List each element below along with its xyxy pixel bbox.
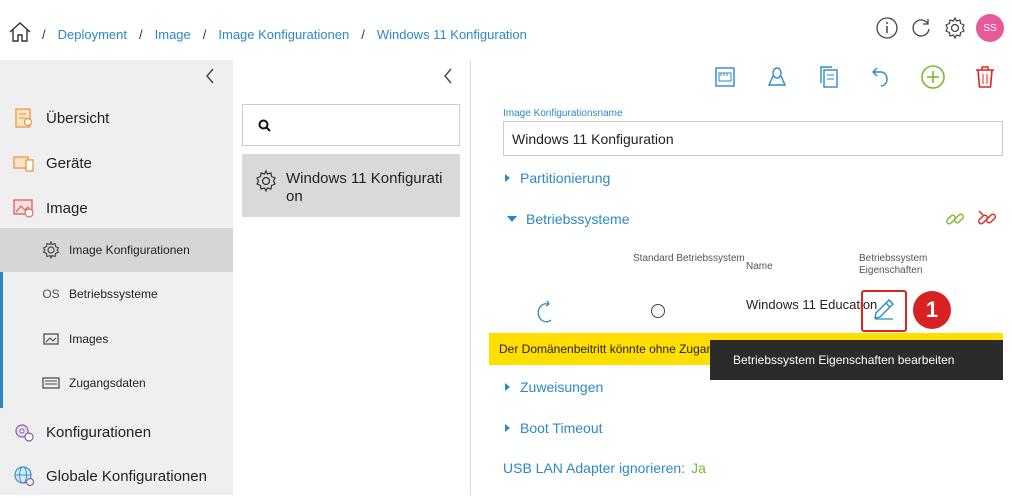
overview-icon xyxy=(13,107,35,129)
os-row-name: Windows 11 Education xyxy=(746,297,878,312)
search-icon xyxy=(257,118,273,134)
globe-icon xyxy=(13,465,35,487)
sidebar-item-label: Zugangsdaten xyxy=(69,376,146,390)
list-item[interactable]: Windows 11 Konfiguration xyxy=(242,154,460,217)
breadcrumb-separator: / xyxy=(361,27,365,42)
usb-lan-label: USB LAN Adapter ignorieren: xyxy=(503,460,686,476)
sidebar-item-label: Übersicht xyxy=(46,109,110,127)
sidebar-item-image[interactable]: Image xyxy=(0,186,233,230)
usb-lan-adapter-setting[interactable]: USB LAN Adapter ignorieren: Ja xyxy=(503,460,706,476)
section-operating-systems[interactable]: Betriebssysteme xyxy=(507,211,629,227)
caret-right-icon xyxy=(505,174,510,182)
sidebar-item-label: Betriebssysteme xyxy=(69,287,158,301)
refresh-icon[interactable] xyxy=(908,15,934,41)
sidebar-item-label: Image xyxy=(46,199,88,217)
panel-collapse-icon[interactable] xyxy=(438,66,458,86)
config-name-label: Image Konfigurationsname xyxy=(503,108,623,119)
config-detail-panel: Image Konfigurationsname Windows 11 Konf… xyxy=(472,60,1012,495)
sidebar-item-global-configurations[interactable]: Globale Konfigurationen xyxy=(0,454,233,498)
config-list-panel: Windows 11 Konfiguration xyxy=(233,60,471,495)
sidebar-item-devices[interactable]: Geräte xyxy=(0,141,233,185)
sidebar-item-label: Images xyxy=(69,332,109,346)
gear-icon xyxy=(42,241,60,259)
gear-icon xyxy=(254,169,278,193)
settings-icon[interactable] xyxy=(942,15,968,41)
user-avatar[interactable]: SS xyxy=(976,14,1004,42)
breadcrumb-image[interactable]: Image xyxy=(155,27,191,42)
section-boot-timeout[interactable]: Boot Timeout xyxy=(505,420,603,436)
sidebar-item-label: Konfigurationen xyxy=(46,423,152,441)
search-field xyxy=(242,104,460,146)
sidebar-item-label: Image Konfigurationen xyxy=(69,243,190,257)
link-actions xyxy=(944,208,998,235)
sidebar-item-overview[interactable]: Übersicht xyxy=(0,96,233,140)
breadcrumb-image-configurations[interactable]: Image Konfigurationen xyxy=(218,27,349,42)
section-assignments[interactable]: Zuweisungen xyxy=(505,379,603,395)
section-partitioning[interactable]: Partitionierung xyxy=(505,170,610,186)
breadcrumb-separator: / xyxy=(42,27,46,42)
section-label: Partitionierung xyxy=(520,170,611,186)
configurations-icon xyxy=(13,421,35,443)
breadcrumb-separator: / xyxy=(139,27,143,42)
image-icon xyxy=(13,197,35,219)
sidebar-item-operating-systems[interactable]: OS Betriebssysteme xyxy=(0,272,233,316)
sidebar-item-label: Geräte xyxy=(46,154,92,172)
column-header-name: Name xyxy=(746,261,773,272)
caret-down-icon xyxy=(507,216,517,222)
breadcrumb-separator: / xyxy=(202,27,207,42)
copy-icon[interactable] xyxy=(816,64,842,90)
images-icon xyxy=(42,330,60,348)
step-badge: 1 xyxy=(913,291,951,329)
unlink-icon[interactable] xyxy=(976,208,998,235)
section-label: Betriebssysteme xyxy=(526,211,630,227)
usb-lan-value: Ja xyxy=(691,460,706,476)
undo-icon[interactable] xyxy=(868,64,894,90)
standard-os-radio[interactable] xyxy=(651,304,665,318)
toolbar xyxy=(712,64,998,90)
delete-icon[interactable] xyxy=(972,64,998,90)
add-icon[interactable] xyxy=(920,64,946,90)
list-item-label: Windows 11 Konfiguration xyxy=(286,170,443,205)
pencil-icon xyxy=(871,296,897,327)
breadcrumb-deployment[interactable]: Deployment xyxy=(58,27,127,42)
sidebar: Übersicht Geräte Image Image Konfigurati… xyxy=(0,60,233,495)
sidebar-item-image-configurations[interactable]: Image Konfigurationen xyxy=(0,228,233,272)
linux-icon[interactable] xyxy=(764,64,790,90)
sidebar-collapse-icon[interactable] xyxy=(200,66,220,86)
sidebar-item-configurations[interactable]: Konfigurationen xyxy=(0,410,233,454)
app-header: / Deployment / Image / Image Konfigurati… xyxy=(0,0,1012,60)
column-header-standard: Standard Betriebssystem xyxy=(633,253,745,264)
section-label: Boot Timeout xyxy=(520,420,603,436)
config-name-input[interactable]: Windows 11 Konfiguration xyxy=(503,121,1003,156)
breadcrumb-current[interactable]: Windows 11 Konfiguration xyxy=(377,27,527,42)
search-input[interactable] xyxy=(283,113,448,139)
edit-os-properties-button[interactable] xyxy=(861,290,907,332)
breadcrumb: / Deployment / Image / Image Konfigurati… xyxy=(42,27,539,42)
sidebar-item-images[interactable]: Images xyxy=(0,317,233,361)
os-icon: OS xyxy=(42,287,60,301)
section-label: Zuweisungen xyxy=(520,379,604,395)
sidebar-item-label: Globale Konfigurationen xyxy=(46,467,207,485)
column-header-properties: Betriebssystem Eigenschaften xyxy=(859,253,928,276)
info-icon[interactable] xyxy=(874,15,900,41)
network-icon[interactable] xyxy=(712,64,738,90)
os-reload-icon[interactable] xyxy=(535,300,555,324)
tooltip: Betriebssystem Eigenschaften bearbeiten xyxy=(710,340,1003,380)
caret-right-icon xyxy=(505,383,510,391)
credentials-icon xyxy=(42,374,60,392)
sidebar-item-credentials[interactable]: Zugangsdaten xyxy=(0,361,233,405)
caret-right-icon xyxy=(505,424,510,432)
link-icon[interactable] xyxy=(944,208,966,235)
devices-icon xyxy=(13,152,35,174)
home-icon[interactable] xyxy=(8,20,32,44)
header-actions: SS xyxy=(874,14,1004,42)
